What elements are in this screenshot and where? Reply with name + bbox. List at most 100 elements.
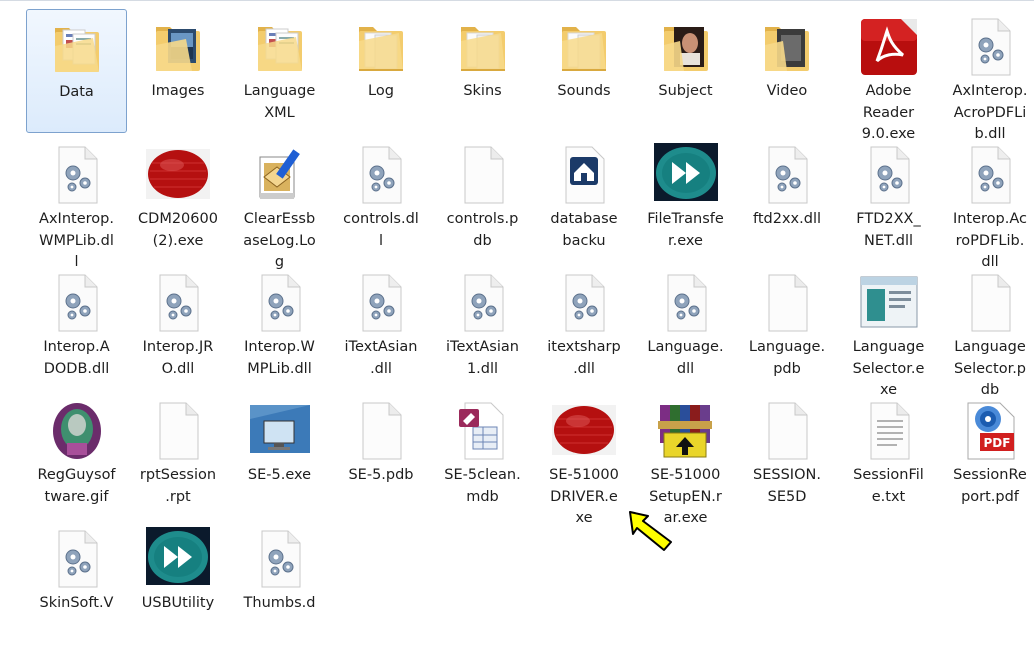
file-name-label: Interop.Ac roPDFLib. dll — [944, 209, 1034, 274]
file-name-label: USBUtility — [132, 593, 224, 615]
file-item[interactable]: RegGuysof tware.gif — [26, 393, 127, 517]
file-name-label: Interop.JR O.dll — [132, 337, 224, 380]
file-name-label: CDM20600 (2).exe — [132, 209, 224, 252]
teal-forward-icon — [654, 143, 718, 207]
file-item[interactable]: SE-5clean. mdb — [432, 393, 533, 517]
file-name-label: Interop.A DODB.dll — [31, 337, 123, 380]
file-item[interactable]: AxInterop. WMPLib.dl l — [26, 137, 127, 261]
file-item[interactable]: Interop.JR O.dll — [128, 265, 229, 389]
blank-file-icon — [451, 143, 515, 207]
file-item[interactable]: SE-51000 DRIVER.e xe — [534, 393, 635, 517]
file-item[interactable]: SessionFil e.txt — [838, 393, 939, 517]
window-app-icon — [857, 271, 921, 335]
file-name-label: Video — [741, 81, 833, 103]
blank-file-icon — [146, 399, 210, 463]
monitor-app-icon — [248, 399, 312, 463]
file-name-label: Thumbs.d — [234, 593, 326, 615]
folder-images-icon — [146, 15, 210, 79]
dll-gear-icon — [654, 271, 718, 335]
file-item[interactable]: SE-51000 SetupEN.r ar.exe — [635, 393, 736, 517]
file-item[interactable]: SkinSoft.V — [26, 521, 127, 645]
blank-file-icon — [349, 399, 413, 463]
file-item[interactable]: Interop.W MPLib.dll — [229, 265, 330, 389]
dll-gear-icon — [552, 271, 616, 335]
red-disc-icon — [552, 399, 616, 463]
file-item[interactable]: itextsharp .dll — [534, 265, 635, 389]
dll-gear-icon — [755, 143, 819, 207]
file-item[interactable]: Interop.Ac roPDFLib. dll — [940, 137, 1034, 261]
folder-icon — [451, 15, 515, 79]
file-item[interactable]: SE-5.exe — [229, 393, 330, 517]
dll-gear-icon — [958, 15, 1022, 79]
file-item[interactable]: Log — [331, 9, 432, 133]
home-file-icon — [552, 143, 616, 207]
file-item[interactable]: Interop.A DODB.dll — [26, 265, 127, 389]
file-name-label: Subject — [640, 81, 732, 103]
file-name-label: Adobe Reader 9.0.exe — [843, 81, 935, 146]
access-db-icon — [451, 399, 515, 463]
file-name-label: controls.p db — [437, 209, 529, 252]
file-item[interactable]: FTD2XX_ NET.dll — [838, 137, 939, 261]
blank-file-icon — [755, 399, 819, 463]
file-name-label: Data — [31, 82, 123, 104]
file-item[interactable]: Data — [26, 9, 127, 133]
file-item[interactable]: Skins — [432, 9, 533, 133]
folder-video-icon — [755, 15, 819, 79]
file-item[interactable]: controls.p db — [432, 137, 533, 261]
folder-icon — [349, 15, 413, 79]
file-item[interactable]: Adobe Reader 9.0.exe — [838, 9, 939, 133]
file-item[interactable]: Images — [128, 9, 229, 133]
file-item[interactable]: ftd2xx.dll — [737, 137, 838, 261]
dll-gear-icon — [349, 271, 413, 335]
file-item[interactable]: Video — [737, 9, 838, 133]
file-item[interactable]: FileTransfe r.exe — [635, 137, 736, 261]
file-item[interactable]: AxInterop. AcroPDFLi b.dll — [940, 9, 1034, 133]
pdf-file-icon: PDF — [958, 399, 1022, 463]
dll-gear-icon — [248, 271, 312, 335]
folder-documents-icon — [45, 16, 109, 80]
dll-gear-icon — [451, 271, 515, 335]
file-name-label: Language XML — [234, 81, 326, 124]
dll-gear-icon — [45, 271, 109, 335]
file-item[interactable]: Subject — [635, 9, 736, 133]
gif-image-icon — [45, 399, 109, 463]
file-name-label: AxInterop. WMPLib.dl l — [31, 209, 123, 274]
file-item[interactable]: database backu — [534, 137, 635, 261]
file-name-label: controls.dl l — [335, 209, 427, 252]
file-item[interactable]: Language XML — [229, 9, 330, 133]
file-name-label: SE-5.pdb — [335, 465, 427, 487]
file-item[interactable]: Language Selector.p db — [940, 265, 1034, 389]
file-item[interactable]: iTextAsian .dll — [331, 265, 432, 389]
yellow-arrow-annotation — [627, 509, 675, 553]
dll-gear-icon — [146, 271, 210, 335]
file-item[interactable]: ClearEssb aseLog.Lo g — [229, 137, 330, 261]
file-item[interactable]: USBUtility — [128, 521, 229, 645]
file-item[interactable]: Sounds — [534, 9, 635, 133]
blank-file-icon — [755, 271, 819, 335]
file-item[interactable]: Language. dll — [635, 265, 736, 389]
file-item[interactable]: iTextAsian 1.dll — [432, 265, 533, 389]
file-item[interactable]: rptSession .rpt — [128, 393, 229, 517]
file-list-view[interactable]: Data Images Language XML Log Skins Sound… — [0, 0, 1034, 610]
file-name-label: RegGuysof tware.gif — [31, 465, 123, 508]
file-name-label: Sounds — [538, 81, 630, 103]
adobe-reader-icon — [857, 15, 921, 79]
file-name-label: Log — [335, 81, 427, 103]
blank-file-icon — [958, 271, 1022, 335]
file-name-label: Language Selector.p db — [944, 337, 1034, 402]
file-item[interactable]: PDFSessionRe port.pdf — [940, 393, 1034, 517]
file-item[interactable]: controls.dl l — [331, 137, 432, 261]
file-item[interactable]: Thumbs.d — [229, 521, 330, 645]
file-name-label: SE-51000 DRIVER.e xe — [538, 465, 630, 530]
file-name-label: SE-5.exe — [234, 465, 326, 487]
folder-photo-icon — [654, 15, 718, 79]
file-item[interactable]: SESSION. SE5D — [737, 393, 838, 517]
dll-gear-icon — [958, 143, 1022, 207]
file-item[interactable]: Language Selector.e xe — [838, 265, 939, 389]
file-item[interactable]: CDM20600 (2).exe — [128, 137, 229, 261]
dll-gear-icon — [349, 143, 413, 207]
file-item[interactable]: Language. pdb — [737, 265, 838, 389]
file-name-label: SessionFil e.txt — [843, 465, 935, 508]
file-name-label: SE-5clean. mdb — [437, 465, 529, 508]
file-item[interactable]: SE-5.pdb — [331, 393, 432, 517]
